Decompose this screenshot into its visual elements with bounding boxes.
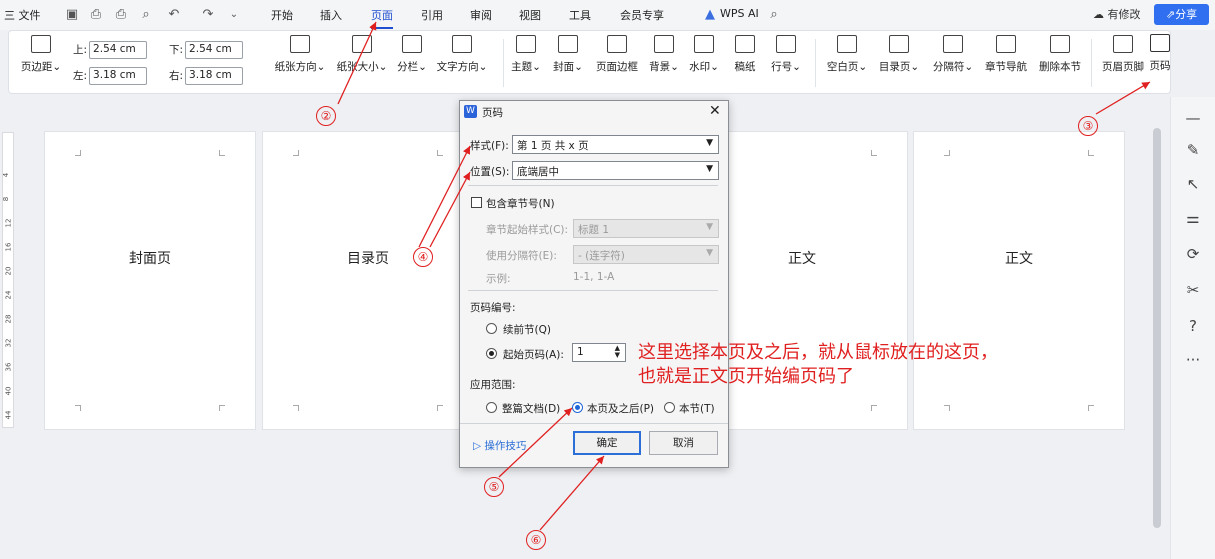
arrow-to-ok bbox=[539, 455, 605, 531]
annotation-arrows bbox=[337, 21, 1151, 531]
arrow-to-position bbox=[429, 171, 471, 248]
arrow-to-page-number bbox=[1095, 81, 1151, 115]
arrow-to-scope-after bbox=[498, 407, 573, 478]
arrow-to-style bbox=[418, 145, 471, 248]
arrow-to-page-tab bbox=[337, 21, 377, 105]
